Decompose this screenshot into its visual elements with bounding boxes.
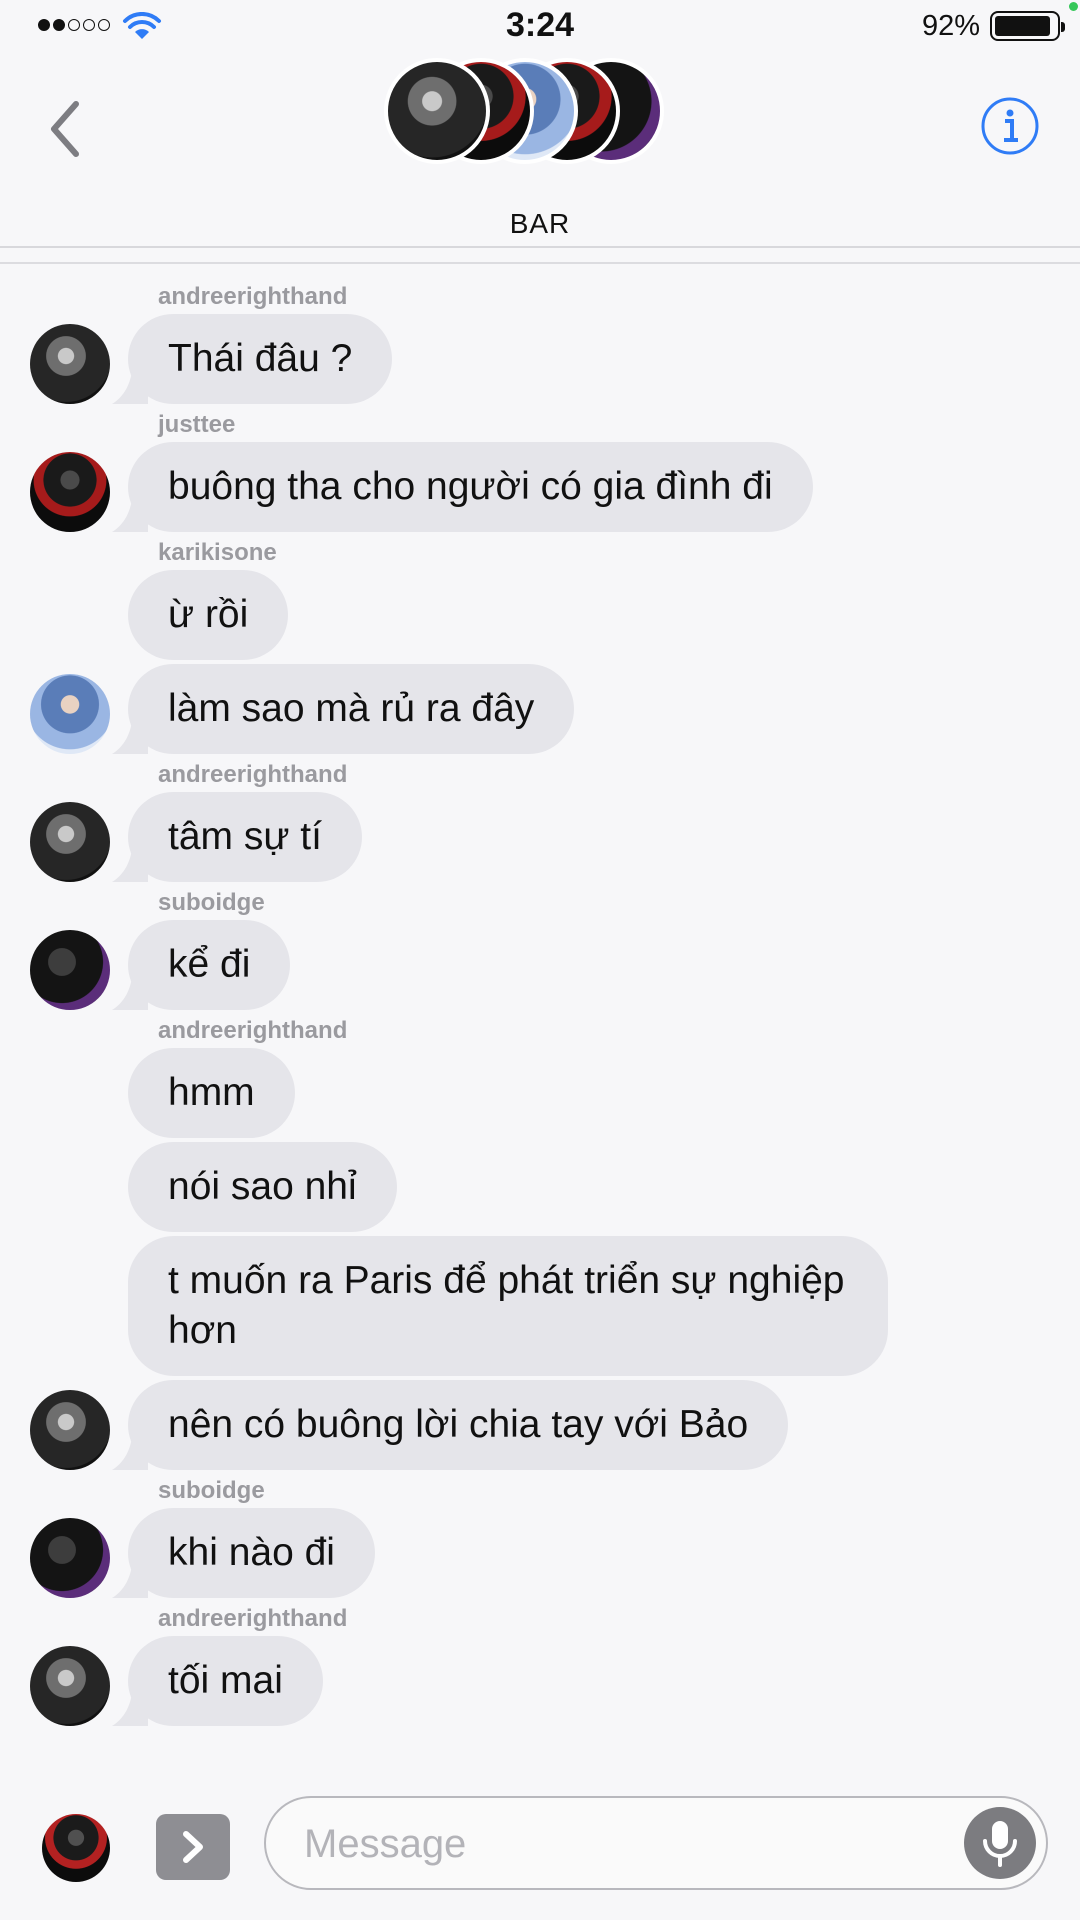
avatar-andree[interactable] — [30, 802, 110, 882]
message-sender: andreerighthand — [158, 283, 348, 310]
messages-screen: 3:24 92% BAR andreerighthand Thái đâu ? … — [0, 0, 1080, 1920]
message-row: nên có buông lời chia tay với Bảo — [0, 1380, 1080, 1470]
message-sender: andreerighthand — [158, 1017, 348, 1044]
message-bubble-wrap: khi nào đi — [112, 1508, 1080, 1598]
message-bubble[interactable]: Thái đâu ? — [128, 314, 393, 404]
message-sender: justtee — [158, 411, 236, 438]
message-bubble[interactable]: ừ rồi — [128, 570, 289, 660]
bubble-tail — [112, 1430, 148, 1470]
message-bubble-wrap: nên có buông lời chia tay với Bảo — [112, 1380, 1080, 1470]
status-time: 3:24 — [505, 6, 575, 44]
message-bubble[interactable]: nói sao nhỉ — [128, 1142, 397, 1232]
avatar-andree[interactable] — [30, 1390, 110, 1470]
message-bubble-wrap: tối mai — [112, 1636, 1080, 1726]
message-row: andreerighthand Thái đâu ? — [0, 280, 1080, 404]
message-bubble-wrap: Thái đâu ? — [112, 314, 1080, 404]
message-bubble[interactable]: hmm — [128, 1048, 295, 1138]
message-bubble[interactable]: t muốn ra Paris để phát triển sự nghiệp … — [128, 1236, 888, 1376]
message-row: andreerighthand tối mai — [0, 1602, 1080, 1726]
battery-percent: 92% — [921, 10, 980, 42]
message-bubble[interactable]: buông tha cho người có gia đình đi — [128, 442, 813, 532]
bubble-tail — [112, 1558, 148, 1598]
expand-apps-button[interactable] — [156, 1814, 230, 1880]
dictation-button[interactable] — [964, 1807, 1036, 1879]
group-avatars[interactable] — [384, 58, 664, 168]
avatar-suboi[interactable] — [30, 930, 110, 1010]
microphone-icon — [983, 1821, 1017, 1867]
avatar-andree[interactable] — [30, 1646, 110, 1726]
message-bubble[interactable]: kể đi — [128, 920, 291, 1010]
my-avatar[interactable] — [42, 1814, 110, 1882]
bubble-tail — [112, 364, 148, 404]
avatar-suboi[interactable] — [30, 1518, 110, 1598]
conversation-header: BAR — [0, 52, 1080, 248]
avatar-justtee[interactable] — [30, 452, 110, 532]
bubble-tail — [112, 1686, 148, 1726]
message-row: justtee buông tha cho người có gia đình đ… — [0, 408, 1080, 532]
message-row: t muốn ra Paris để phát triển sự nghiệp … — [0, 1236, 1080, 1376]
message-bubble[interactable]: làm sao mà rủ ra đây — [128, 664, 575, 754]
status-bar: 3:24 92% — [0, 0, 1080, 52]
message-row: nói sao nhỉ — [0, 1142, 1080, 1232]
message-row: karikisone ừ rồi — [0, 536, 1080, 660]
message-sender: suboidge — [158, 889, 265, 916]
message-bubble[interactable]: tâm sự tí — [128, 792, 362, 882]
message-field-container — [264, 1796, 1048, 1890]
chevron-right-icon — [183, 1831, 203, 1863]
group-name[interactable]: BAR — [0, 208, 1080, 240]
message-sender: andreerighthand — [158, 761, 348, 788]
message-row: làm sao mà rủ ra đây — [0, 664, 1080, 754]
message-row: suboidge kể đi — [0, 886, 1080, 1010]
avatar-karik[interactable] — [30, 674, 110, 754]
compose-bar — [0, 1774, 1080, 1920]
message-sender: karikisone — [158, 539, 277, 566]
message-bubble-wrap: làm sao mà rủ ra đây — [112, 664, 1080, 754]
bubble-tail — [112, 970, 148, 1010]
message-sender: suboidge — [158, 1477, 265, 1504]
message-row: suboidge khi nào đi — [0, 1474, 1080, 1598]
message-bubble-wrap: t muốn ra Paris để phát triển sự nghiệp … — [128, 1236, 1080, 1376]
bubble-tail — [112, 714, 148, 754]
message-bubble[interactable]: khi nào đi — [128, 1508, 375, 1598]
message-sender: andreerighthand — [158, 1605, 348, 1632]
chevron-left-icon — [51, 101, 79, 157]
message-bubble-wrap: ừ rồi — [128, 570, 1080, 660]
info-icon — [981, 97, 1039, 155]
message-bubble[interactable]: nên có buông lời chia tay với Bảo — [128, 1380, 789, 1470]
privacy-indicator — [1069, 2, 1078, 11]
message-bubble-wrap: tâm sự tí — [112, 792, 1080, 882]
bubble-tail — [112, 842, 148, 882]
message-input[interactable] — [302, 1798, 906, 1890]
message-bubble-wrap: nói sao nhỉ — [128, 1142, 1080, 1232]
battery-icon — [990, 11, 1065, 41]
info-button[interactable] — [980, 96, 1040, 156]
message-row: andreerighthand hmm — [0, 1014, 1080, 1138]
avatar-andree[interactable] — [30, 324, 110, 404]
header-divider — [0, 246, 1080, 248]
message-row: andreerighthand tâm sự tí — [0, 758, 1080, 882]
group-avatar-andreerighthand — [384, 58, 490, 164]
message-bubble-wrap: hmm — [128, 1048, 1080, 1138]
bubble-tail — [112, 492, 148, 532]
message-bubble-wrap: kể đi — [112, 920, 1080, 1010]
message-bubble-wrap: buông tha cho người có gia đình đi — [112, 442, 1080, 532]
message-list[interactable]: andreerighthand Thái đâu ? justtee buông th… — [0, 264, 1080, 1790]
back-button[interactable] — [40, 92, 92, 166]
message-bubble[interactable]: tối mai — [128, 1636, 323, 1726]
